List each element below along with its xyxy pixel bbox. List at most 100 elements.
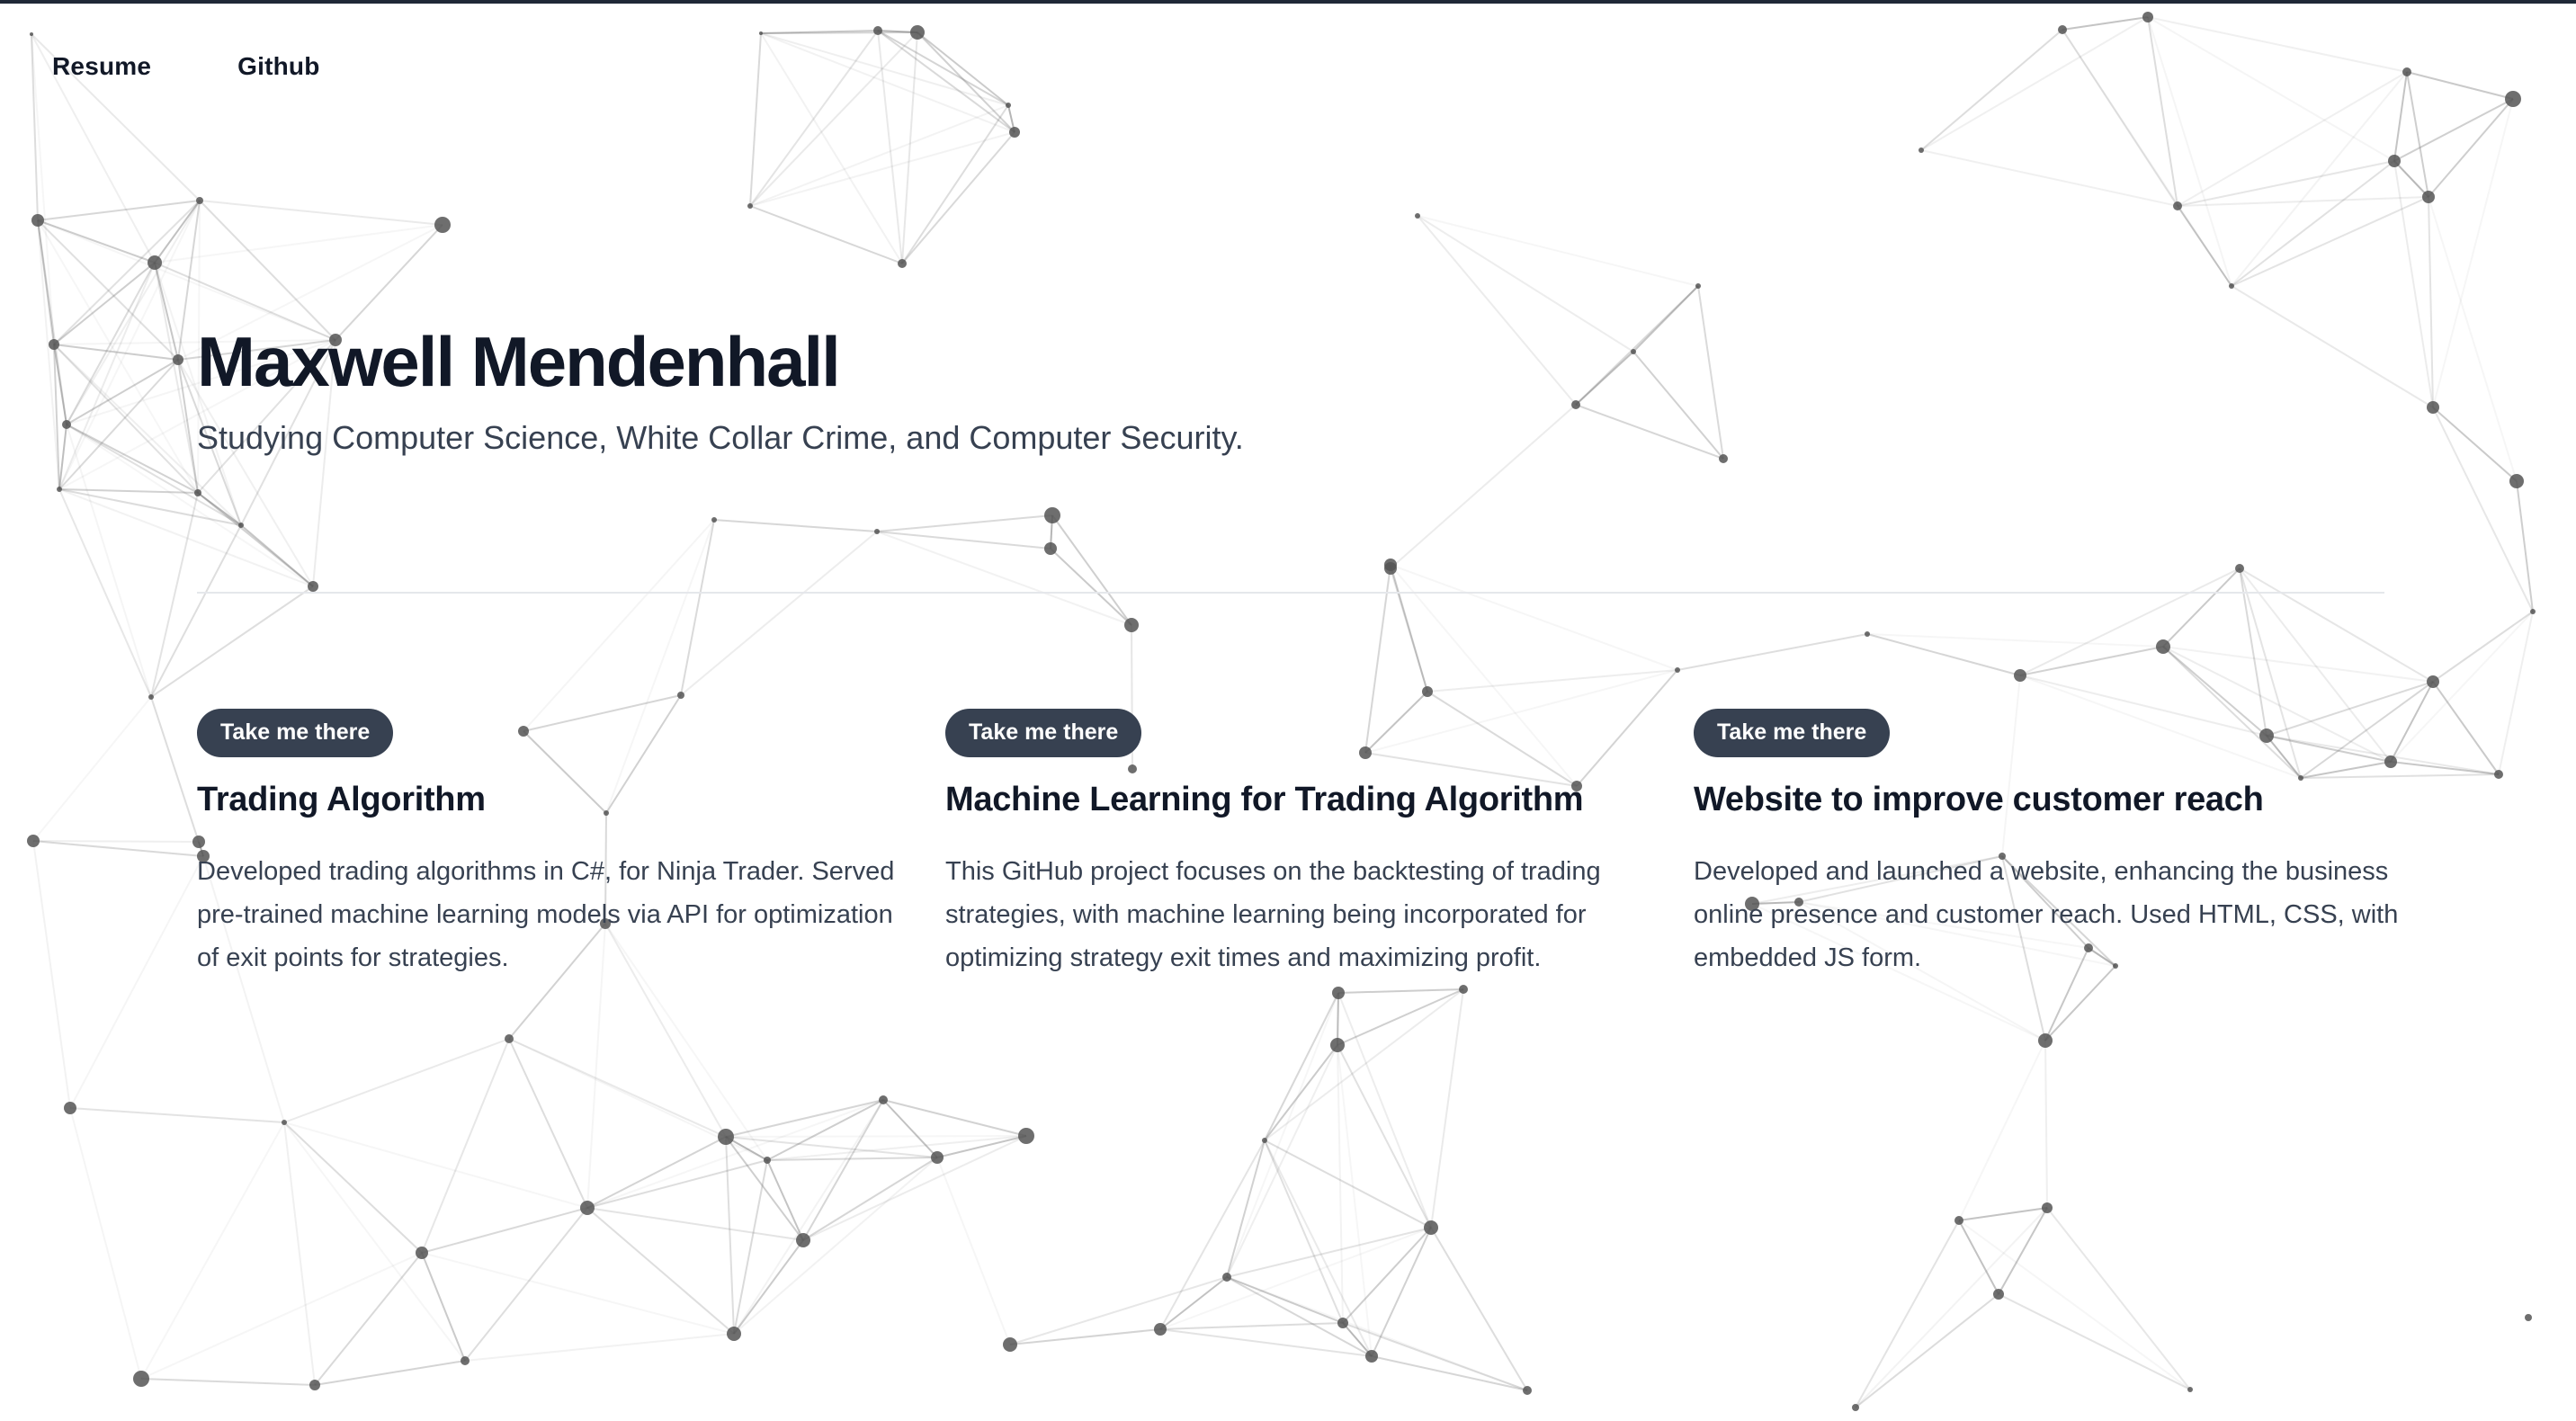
network-node [1852, 1404, 1859, 1411]
network-edge [154, 224, 443, 264]
network-edge [586, 1159, 768, 1209]
network-node [1993, 1289, 2004, 1300]
network-edge [2147, 16, 2232, 287]
network-edge [1226, 1044, 1338, 1278]
network-edge [140, 1252, 423, 1380]
network-edge [586, 1136, 727, 1209]
network-node [2422, 191, 2435, 203]
network-edge [2019, 568, 2241, 676]
network-node [1330, 1038, 1345, 1052]
network-node [62, 420, 71, 429]
network-edge [2177, 205, 2232, 287]
top-nav: Resume Github [52, 52, 320, 81]
network-node [1459, 985, 1468, 994]
network-node [2235, 564, 2244, 573]
network-node [2427, 675, 2439, 688]
network-edge [2428, 196, 2518, 482]
network-node [1415, 213, 1420, 219]
network-edge [2432, 407, 2534, 612]
network-node [1337, 1318, 1348, 1328]
network-node [2014, 669, 2026, 682]
network-edge [199, 200, 443, 226]
network-edge [725, 1135, 1027, 1138]
network-edge [1677, 633, 1868, 671]
network-edge [1855, 1220, 1960, 1408]
network-edge [733, 1239, 804, 1335]
network-node [1006, 103, 1011, 108]
network-edge [2147, 16, 2395, 162]
network-edge [2428, 196, 2434, 408]
network-edge [1417, 215, 1577, 406]
network-edge [523, 519, 715, 732]
network-edge [749, 131, 1015, 207]
network-edge [32, 840, 200, 843]
network-node [2156, 639, 2170, 654]
network-node [1424, 1220, 1438, 1235]
network-edge [1958, 1220, 2191, 1390]
network-edge [1390, 564, 1428, 693]
network-edge [1417, 215, 1699, 287]
nav-link-github[interactable]: Github [237, 52, 319, 81]
network-node [2402, 67, 2411, 76]
network-edge [32, 840, 204, 857]
network-node [1044, 542, 1057, 555]
network-edge [901, 104, 1009, 264]
network-node [1422, 686, 1433, 697]
network-edge [1264, 1139, 1432, 1229]
network-edge [936, 1135, 1027, 1158]
network-node [879, 1095, 888, 1104]
take-me-there-button[interactable]: Take me there [1694, 709, 1891, 757]
network-edge [2231, 285, 2434, 408]
network-node [1919, 147, 1924, 153]
network-node [148, 694, 154, 700]
network-node [764, 1157, 771, 1164]
network-node [2042, 1202, 2053, 1213]
take-me-there-button[interactable]: Take me there [197, 709, 394, 757]
network-edge [69, 1107, 142, 1380]
nav-link-resume[interactable]: Resume [52, 52, 151, 81]
network-edge [749, 32, 762, 207]
network-edge [2393, 98, 2514, 162]
network-node [1003, 1337, 1017, 1352]
network-edge [150, 696, 204, 857]
network-node [727, 1327, 741, 1341]
network-edge [314, 1252, 423, 1386]
take-me-there-button[interactable]: Take me there [945, 709, 1142, 757]
network-edge [680, 531, 878, 696]
network-edge [2432, 611, 2534, 683]
network-edge [760, 31, 918, 34]
network-edge [421, 1207, 588, 1254]
network-edge [1920, 149, 2178, 207]
network-edge [2432, 407, 2518, 482]
network-edge [314, 1360, 466, 1386]
network-edge [58, 488, 242, 526]
network-edge [877, 30, 1015, 133]
network-edge [197, 492, 314, 587]
network-edge [37, 200, 201, 221]
network-edge [1390, 404, 1577, 569]
network-node [1384, 559, 1397, 571]
network-edge [150, 524, 242, 698]
network-node [2058, 25, 2067, 34]
network-node [718, 1129, 734, 1145]
network-node [759, 31, 763, 35]
network-edge [936, 1157, 1011, 1345]
network-edge [2498, 611, 2534, 775]
network-node [1018, 1128, 1034, 1144]
network-node [1365, 1350, 1378, 1363]
network-edge [749, 205, 903, 264]
network-edge [749, 104, 1009, 207]
network-node [2505, 91, 2521, 107]
network-node [1222, 1273, 1231, 1282]
network-node [677, 692, 684, 699]
network-node [2530, 609, 2536, 614]
network-node [1695, 283, 1701, 289]
network-edge [1337, 988, 1464, 994]
network-node [580, 1201, 595, 1215]
network-edge [802, 1135, 1027, 1241]
network-node [2038, 1033, 2053, 1048]
network-edge [2231, 71, 2408, 287]
network-edge [1575, 285, 1699, 406]
network-edge [1342, 1227, 1432, 1324]
network-edge [140, 1122, 285, 1380]
